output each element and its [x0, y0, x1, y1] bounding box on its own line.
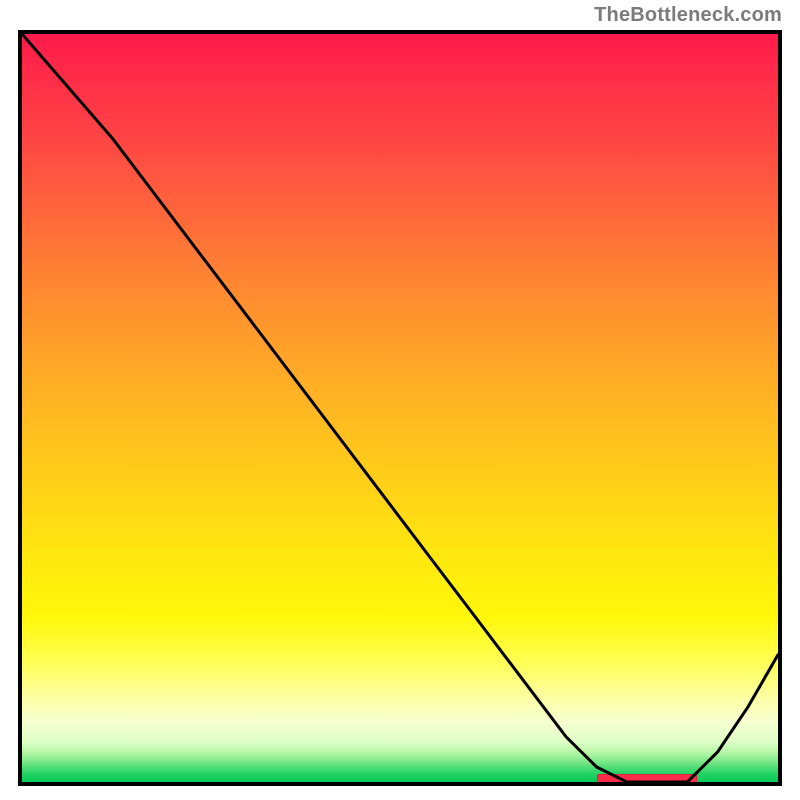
attribution-text: TheBottleneck.com: [594, 4, 782, 27]
curve-layer: [22, 34, 778, 782]
chart-container: TheBottleneck.com: [0, 0, 800, 800]
plot-area: [18, 30, 782, 786]
bottleneck-curve: [22, 34, 778, 782]
